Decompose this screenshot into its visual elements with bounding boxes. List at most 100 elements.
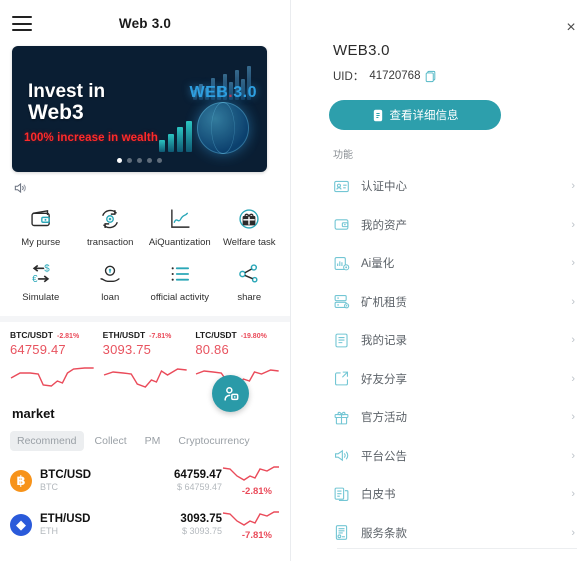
ticker-card[interactable]: BTC/USDT -2.81% 64759.47	[10, 330, 95, 394]
ticker-card[interactable]: ETH/USDT -7.81% 3093.75	[103, 330, 188, 394]
eth-logo-icon: ◆	[10, 513, 32, 536]
share-icon	[239, 264, 258, 283]
currency-swap-icon: $ €	[32, 263, 50, 285]
btc-logo-icon: ฿	[10, 469, 32, 492]
menu-item-miner-rental[interactable]: 矿机租赁 ›	[315, 283, 587, 322]
growth-chart-graphic	[159, 114, 205, 152]
promo-banner[interactable]: WEB.3.0 Invest in Web3 100% increase in …	[12, 46, 267, 172]
menu-item-official-activity[interactable]: 官方活动 ›	[315, 398, 587, 437]
menu-item-friend-share[interactable]: 好友分享 ›	[315, 360, 587, 399]
menu-item-label: 矿机租赁	[361, 296, 407, 309]
menu-item-ai-quantization[interactable]: Ai量化 ›	[315, 244, 587, 283]
server-icon	[334, 295, 350, 309]
copy-icon[interactable]	[425, 70, 436, 83]
coin-change: -7.81%	[241, 529, 272, 541]
coin-price-block: 64759.47 $ 64759.47	[144, 469, 222, 492]
menu-item-label: 平台公告	[361, 450, 407, 463]
app-root: Web 3.0 WEB.3.0 Invest in Web3 100% incr…	[0, 0, 587, 561]
menu-item-label: 服务条款	[361, 527, 407, 540]
shortcut-share[interactable]: share	[215, 257, 285, 306]
shortcut-welfare-task[interactable]: Welfare task	[215, 202, 285, 251]
file-text-icon	[335, 333, 348, 348]
line-chart-icon	[170, 209, 190, 228]
shortcut-label: official activity	[150, 291, 209, 303]
menu-item-label: 认证中心	[361, 181, 407, 194]
row-sparkline-chart	[222, 511, 279, 526]
market-tab-cryptocurrency[interactable]: Cryptocurrency	[171, 431, 256, 451]
wallet-icon	[31, 210, 50, 227]
contract-icon	[335, 525, 348, 541]
market-tab-recommend[interactable]: Recommend	[10, 430, 84, 451]
menu-item-my-assets[interactable]: 我的资产 ›	[315, 206, 587, 245]
menu-item-whitepaper[interactable]: 白皮书 ›	[315, 475, 587, 514]
chevron-right-icon: ›	[571, 334, 575, 347]
shortcut-label: AiQuantization	[148, 237, 211, 248]
market-tab-pm[interactable]: PM	[138, 431, 168, 451]
chevron-right-icon: ›	[571, 449, 575, 462]
close-icon[interactable]: ×	[561, 18, 581, 38]
profile-drawer-panel: × WEB3.0 UID： 41720768 查看详细信息 功能 认证中心 › …	[315, 0, 587, 561]
drawer-menu-list: 认证中心 › 我的资产 › Ai量化 › 矿机租赁 › 我的记录 › 好友分享 …	[315, 161, 587, 552]
market-tab-collect[interactable]: Collect	[88, 431, 134, 451]
menu-item-my-records[interactable]: 我的记录 ›	[315, 321, 587, 360]
ticker-pair: ETH/USDT	[102, 329, 146, 340]
shortcut-loan[interactable]: loan	[76, 257, 146, 306]
panel-edge-divider	[290, 0, 291, 561]
page-title: Web 3.0	[118, 15, 172, 31]
market-row-eth[interactable]: ◆ ETH/USD ETH 3093.75 $ 3093.75 -7.81%	[0, 503, 290, 547]
shortcut-my-purse[interactable]: My purse	[6, 202, 76, 251]
chevron-right-icon: ›	[571, 372, 575, 385]
ticker-pair: BTC/USDT	[10, 329, 53, 340]
announcement-row[interactable]	[0, 172, 290, 198]
menu-item-label: 好友分享	[361, 373, 407, 386]
ticker-price: 80.86	[195, 341, 229, 357]
market-row-btc[interactable]: ฿ BTC/USD BTC 64759.47 $ 64759.47 -2.81%	[0, 459, 290, 503]
drawer-bottom-divider	[337, 548, 577, 549]
gift-icon	[239, 209, 259, 229]
customer-service-fab[interactable]	[212, 375, 249, 412]
menu-item-label: 我的资产	[361, 219, 407, 232]
shortcut-label: My purse	[21, 237, 61, 248]
menu-item-label: 我的记录	[361, 335, 407, 348]
shortcut-official-activity[interactable]: official activity	[145, 257, 215, 306]
coin-name-block: ETH/USD ETH	[40, 513, 136, 536]
menu-item-terms-of-service[interactable]: 服务条款 ›	[315, 514, 587, 553]
view-details-label: 查看详细信息	[389, 110, 459, 122]
banner-pagination-dots[interactable]	[12, 158, 267, 163]
menu-item-platform-announcement[interactable]: 平台公告 ›	[315, 437, 587, 476]
shortcut-ai-quantization[interactable]: AiQuantization	[145, 202, 215, 251]
banner-container: WEB.3.0 Invest in Web3 100% increase in …	[0, 46, 290, 172]
ticker-change: -7.81%	[149, 332, 172, 340]
coin-price: 64759.47	[174, 469, 222, 482]
list-icon	[171, 267, 189, 281]
chevron-right-icon: ›	[571, 526, 575, 539]
hamburger-menu-icon[interactable]	[12, 16, 32, 31]
shortcut-label: share	[237, 291, 262, 303]
document-icon	[373, 109, 382, 121]
ticker-price: 64759.47	[10, 341, 66, 357]
wallet-icon	[334, 219, 349, 230]
ticker-change: -2.81%	[56, 332, 80, 340]
exchange-icon	[102, 209, 119, 229]
menu-item-label: 官方活动	[361, 412, 407, 425]
ticker-price: 3093.75	[102, 341, 152, 357]
shortcut-transaction[interactable]: transaction	[76, 202, 146, 251]
book-icon	[334, 487, 349, 501]
view-details-button[interactable]: 查看详细信息	[329, 100, 501, 130]
shortcut-simulate[interactable]: $ € Simulate	[6, 257, 76, 306]
chevron-right-icon: ›	[571, 488, 575, 501]
drawer-title: WEB3.0	[333, 42, 390, 59]
svg-text:$: $	[44, 263, 50, 274]
banner-brand-text: WEB.3.0	[189, 84, 257, 101]
banner-headline: Invest in Web3	[28, 81, 106, 124]
customer-service-icon	[223, 386, 238, 401]
hand-coin-icon	[100, 265, 120, 282]
menu-item-certification-center[interactable]: 认证中心 ›	[315, 167, 587, 206]
megaphone-icon	[334, 450, 349, 462]
coin-pair: BTC/USD	[40, 469, 92, 482]
coin-symbol: ETH	[40, 526, 58, 537]
speaker-icon	[14, 182, 26, 194]
coin-name-block: BTC/USD BTC	[40, 469, 136, 492]
gift-icon	[334, 411, 349, 425]
chevron-right-icon: ›	[571, 295, 575, 308]
